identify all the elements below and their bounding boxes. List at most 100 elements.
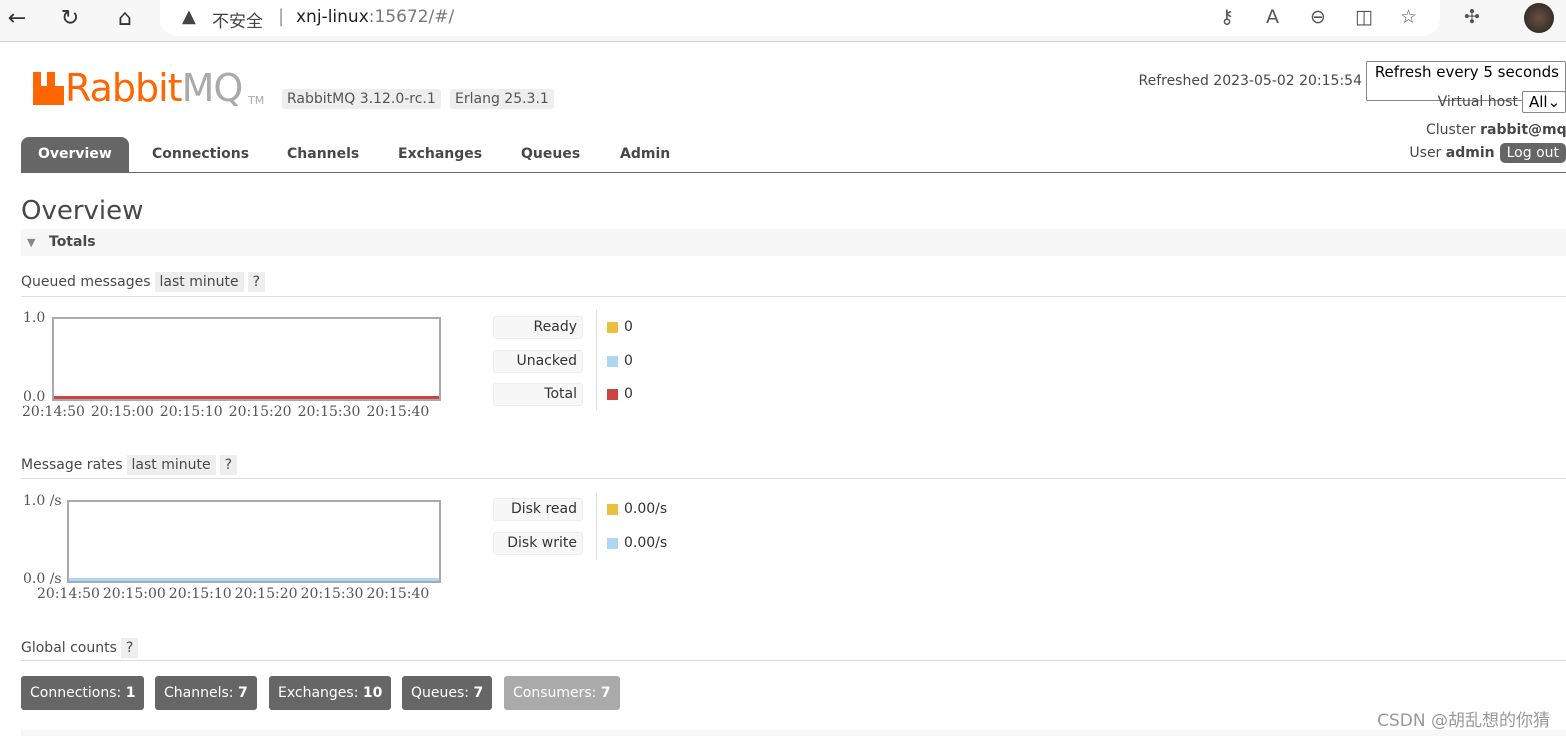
x-tick-label: 20:15:00 (90, 404, 154, 420)
count-label: Queues: (411, 685, 470, 701)
divider: | (278, 6, 285, 27)
tab-queues[interactable]: Queues (504, 137, 597, 172)
x-tick-label: 20:14:50 (37, 586, 100, 602)
divider (21, 478, 1566, 479)
series-line-disk-write (69, 578, 439, 581)
back-icon[interactable]: ← (2, 6, 32, 31)
count-queues-button[interactable]: Queues: 7 (402, 676, 493, 710)
legend-label: Total (493, 383, 583, 406)
count-value: 7 (473, 685, 484, 701)
legend-swatch (607, 504, 618, 515)
erlang-badge: Erlang 25.3.1 (450, 89, 554, 109)
url-path: :15672/#/ (368, 7, 455, 27)
help-button[interactable]: ? (247, 272, 266, 292)
warning-icon: ▲ (182, 6, 196, 27)
range-selector[interactable]: last minute (126, 455, 216, 475)
x-tick-label: 20:15:40 (366, 586, 430, 602)
queued-messages-chart (52, 317, 441, 401)
collapse-triangle-icon: ▼ (27, 236, 36, 249)
legend-value: 0 (624, 352, 633, 369)
y-min-label: 0.0 (23, 389, 46, 405)
legend-label: Disk read (493, 498, 583, 521)
avatar[interactable] (1524, 3, 1554, 33)
y-max-label: 1.0 /s (23, 493, 62, 509)
legend-value: 0 (624, 386, 633, 402)
legend-value: 0.00/s (624, 501, 668, 517)
vhost-select[interactable]: All⌄ (1522, 91, 1566, 113)
legend-swatch (607, 389, 618, 400)
watermark: CSDN @胡乱想的你猜 (1377, 711, 1550, 731)
y-min-label: 0.0 /s (23, 571, 62, 587)
count-label: Exchanges: (278, 685, 359, 701)
legend-swatch (607, 537, 618, 549)
range-selector[interactable]: last minute (154, 272, 244, 292)
next-section (21, 730, 1566, 736)
favorite-icon[interactable]: ☆ (1400, 6, 1417, 28)
count-value: 1 (125, 685, 136, 701)
browser-toolbar: ← ↻ ⌂ ▲ 不安全 | xnj-linux:15672/#/ ⚷ A ⊖ ◫… (0, 0, 1566, 42)
message-rates-chart (67, 500, 441, 583)
message-rates-header: Message rates last minute? (21, 455, 238, 475)
count-value: 10 (362, 685, 383, 701)
main-tabs: Overview Connections Channels Exchanges … (21, 137, 1566, 173)
count-connections-button[interactable]: Connections: 1 (21, 676, 145, 710)
divider (596, 310, 597, 410)
url-text: xnj-linux:15672/#/ (296, 7, 454, 27)
home-icon[interactable]: ⌂ (110, 6, 140, 31)
legend-value: 0 (624, 319, 633, 335)
count-exchanges-button[interactable]: Exchanges: 10 (269, 676, 392, 710)
divider (596, 493, 597, 560)
legend-swatch (607, 322, 618, 333)
security-label: 不安全 (212, 12, 263, 32)
refresh-value: Refresh every 5 seconds (1374, 63, 1559, 81)
help-button[interactable]: ? (120, 638, 139, 658)
vhost-value: All (1529, 93, 1548, 111)
x-tick-label: 20:15:10 (168, 586, 232, 602)
global-counts-header: Global counts? (21, 638, 139, 658)
page-title: Overview (21, 196, 144, 226)
cluster-info: Cluster rabbit@mq1 (1426, 122, 1566, 138)
tab-connections[interactable]: Connections (135, 137, 266, 172)
x-tick-label: 20:15:30 (300, 586, 364, 602)
legend-swatch (607, 355, 618, 367)
x-tick-label: 20:15:30 (297, 404, 361, 420)
read-aloud-icon[interactable]: A (1266, 6, 1279, 28)
count-label: Consumers: (513, 685, 597, 701)
x-tick-label: 20:14:50 (22, 404, 85, 420)
x-tick-label: 20:15:00 (102, 586, 166, 602)
count-consumers-button[interactable]: Consumers: 7 (504, 676, 620, 710)
series-line-total (54, 396, 439, 399)
queued-messages-header: Queued messages last minute? (21, 272, 266, 292)
url-host: xnj-linux (296, 7, 369, 27)
split-screen-icon[interactable]: ◫ (1355, 6, 1373, 28)
totals-section-toggle[interactable]: ▼ Totals (21, 229, 1566, 256)
version-badge: RabbitMQ 3.12.0-rc.1 (282, 89, 441, 109)
key-icon[interactable]: ⚷ (1220, 6, 1234, 28)
tab-overview[interactable]: Overview (21, 137, 129, 172)
count-label: Channels: (164, 685, 234, 701)
tab-exchanges[interactable]: Exchanges (381, 137, 499, 172)
count-label: Connections: (30, 685, 122, 701)
zoom-out-icon[interactable]: ⊖ (1310, 6, 1326, 28)
x-axis: 20:14:50 20:15:00 20:15:10 20:15:20 20:15:30… (22, 404, 429, 420)
tab-channels[interactable]: Channels (270, 137, 376, 172)
divider (21, 296, 1566, 297)
refreshed-time: Refreshed 2023-05-02 20:15:54 (1138, 73, 1362, 89)
help-button[interactable]: ? (219, 455, 238, 475)
x-axis: 20:14:50 20:15:00 20:15:10 20:15:20 20:15:30… (37, 586, 429, 602)
extensions-icon[interactable]: ✣ (1464, 6, 1480, 28)
x-tick-label: 20:15:20 (234, 586, 298, 602)
reload-icon[interactable]: ↻ (55, 6, 85, 31)
x-tick-label: 20:15:10 (159, 404, 223, 420)
x-tick-label: 20:15:40 (366, 404, 430, 420)
count-channels-button[interactable]: Channels: 7 (155, 676, 257, 710)
tab-admin[interactable]: Admin (603, 137, 687, 172)
address-bar[interactable]: ▲ 不安全 | xnj-linux:15672/#/ ⚷ A ⊖ ◫ ☆ (160, 0, 1440, 36)
legend-label: Unacked (493, 349, 583, 373)
y-max-label: 1.0 (23, 310, 46, 326)
count-value: 7 (237, 685, 248, 701)
vhost-label: Virtual host (1437, 94, 1518, 110)
legend-value: 0.00/s (624, 534, 668, 551)
legend-label: Disk write (493, 531, 583, 555)
legend-label: Ready (493, 316, 583, 339)
